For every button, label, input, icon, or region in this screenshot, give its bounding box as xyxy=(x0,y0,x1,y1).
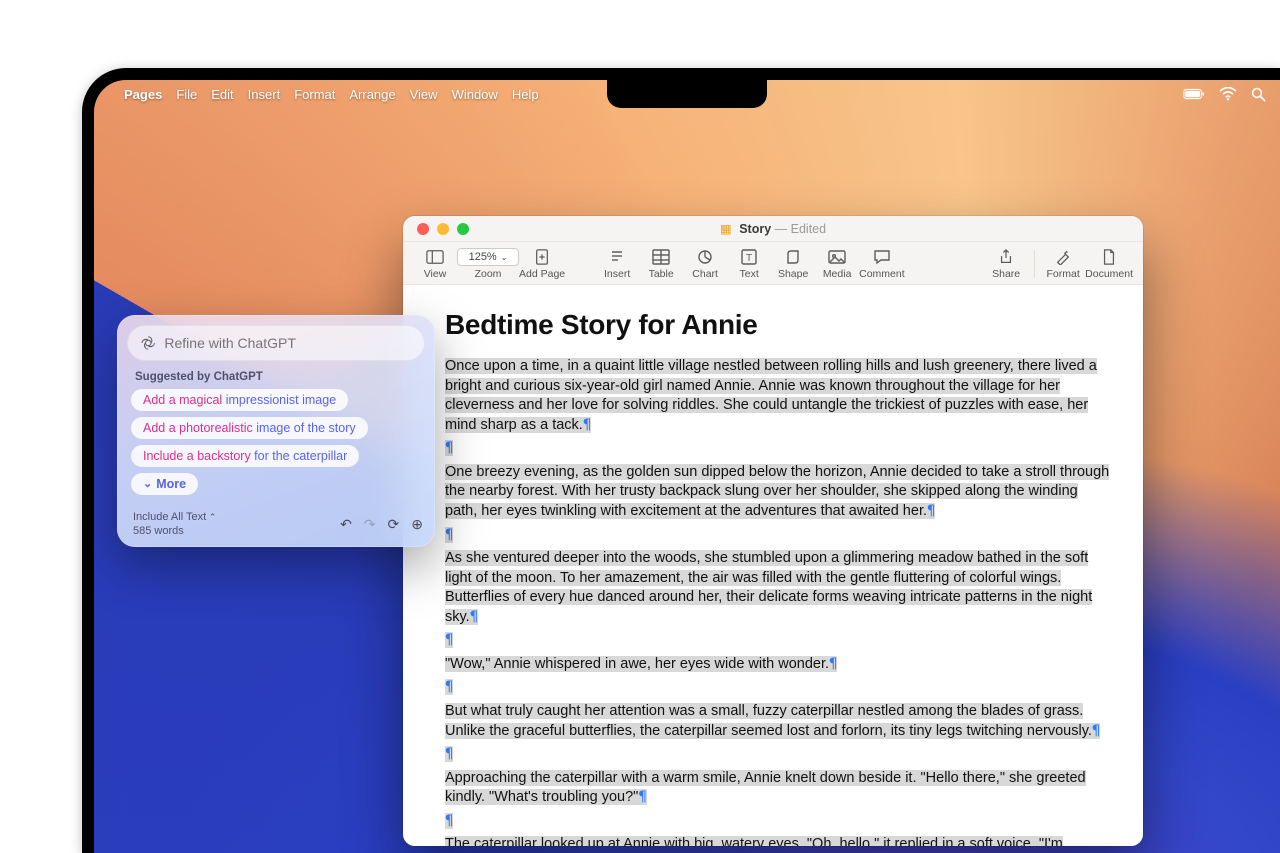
refine-input[interactable] xyxy=(127,325,425,361)
refine-input-field[interactable] xyxy=(164,335,412,351)
document-icon: ▦ xyxy=(720,222,732,236)
window-title: ▦ Story — Edited xyxy=(403,221,1143,236)
battery-icon[interactable] xyxy=(1183,88,1205,100)
add-icon[interactable]: ⊕ xyxy=(411,516,423,533)
toolbar-document[interactable]: Document xyxy=(1085,248,1133,280)
display-notch xyxy=(607,80,767,108)
redo-icon[interactable]: ↷ xyxy=(364,516,376,533)
menu-format[interactable]: Format xyxy=(294,87,335,102)
comment-icon xyxy=(873,248,891,266)
zoom-select[interactable]: 125%⌄ xyxy=(457,248,519,266)
toolbar-insert[interactable]: Insert xyxy=(595,248,639,280)
format-icon xyxy=(1054,248,1072,266)
toolbar-format[interactable]: Format xyxy=(1041,248,1085,280)
share-icon xyxy=(997,248,1015,266)
menu-view[interactable]: View xyxy=(410,87,438,102)
toolbar-comment[interactable]: Comment xyxy=(859,248,905,280)
toolbar-view[interactable]: View xyxy=(413,248,457,280)
doc-paragraph[interactable]: Approaching the caterpillar with a warm … xyxy=(445,770,1086,806)
toolbar-text[interactable]: T Text xyxy=(727,248,771,280)
toolbar-table[interactable]: Table xyxy=(639,248,683,280)
toolbar-media[interactable]: Media xyxy=(815,248,859,280)
text-icon: T xyxy=(740,248,758,266)
suggested-label: Suggested by ChatGPT xyxy=(135,371,423,383)
suggestion-pill[interactable]: Add a magical impressionist image xyxy=(131,389,348,411)
toolbar-chart[interactable]: Chart xyxy=(683,248,727,280)
more-suggestions-button[interactable]: More xyxy=(131,473,198,495)
add-page-icon xyxy=(533,248,551,266)
sidebar-icon xyxy=(426,248,444,266)
doc-paragraph[interactable]: One breezy evening, as the golden sun di… xyxy=(445,464,1109,519)
doc-paragraph[interactable]: "Wow," Annie whispered in awe, her eyes … xyxy=(445,656,829,672)
toolbar-add-page[interactable]: Add Page xyxy=(519,248,565,280)
chatgpt-icon xyxy=(140,334,156,352)
suggestion-pill[interactable]: Add a photorealistic image of the story xyxy=(131,417,368,439)
chart-icon xyxy=(696,248,714,266)
undo-icon[interactable]: ↶ xyxy=(340,516,352,533)
toolbar-share[interactable]: Share xyxy=(984,248,1028,280)
menu-insert[interactable]: Insert xyxy=(248,87,281,102)
toolbar-zoom[interactable]: 125%⌄ Zoom xyxy=(457,248,519,280)
spotlight-icon[interactable] xyxy=(1251,87,1266,102)
suggestion-pill[interactable]: Include a backstory for the caterpillar xyxy=(131,445,359,467)
app-menu[interactable]: Pages xyxy=(124,87,162,102)
window-titlebar[interactable]: ▦ Story — Edited xyxy=(403,216,1143,242)
doc-paragraph[interactable]: But what truly caught her attention was … xyxy=(445,703,1092,739)
wifi-icon[interactable] xyxy=(1219,87,1237,101)
menu-help[interactable]: Help xyxy=(512,87,539,102)
refresh-icon[interactable]: ⟳ xyxy=(388,516,400,533)
menu-edit[interactable]: Edit xyxy=(211,87,233,102)
doc-paragraph[interactable]: The caterpillar looked up at Annie with … xyxy=(445,836,1094,846)
menu-arrange[interactable]: Arrange xyxy=(349,87,395,102)
insert-icon xyxy=(608,248,626,266)
toolbar-shape[interactable]: Shape xyxy=(771,248,815,280)
document-area[interactable]: Bedtime Story for Annie Once upon a time… xyxy=(403,285,1143,846)
document-icon xyxy=(1100,248,1118,266)
table-icon xyxy=(652,248,670,266)
pages-window: ▦ Story — Edited View 125%⌄ Zoom xyxy=(403,216,1143,846)
shape-icon xyxy=(784,248,802,266)
doc-title[interactable]: Bedtime Story for Annie xyxy=(445,309,1113,341)
menu-file[interactable]: File xyxy=(176,87,197,102)
word-count: 585 words xyxy=(133,525,216,539)
doc-paragraph[interactable]: As she ventured deeper into the woods, s… xyxy=(445,550,1092,625)
svg-text:T: T xyxy=(746,253,752,264)
doc-paragraph[interactable]: Once upon a time, in a quaint little vil… xyxy=(445,358,1097,433)
include-scope-selector[interactable]: Include All Text xyxy=(133,511,216,525)
media-icon xyxy=(828,248,846,266)
menu-window[interactable]: Window xyxy=(452,87,498,102)
toolbar: View 125%⌄ Zoom Add Page Insert xyxy=(403,242,1143,285)
chatgpt-palette: Suggested by ChatGPT Add a magical impre… xyxy=(117,315,435,547)
